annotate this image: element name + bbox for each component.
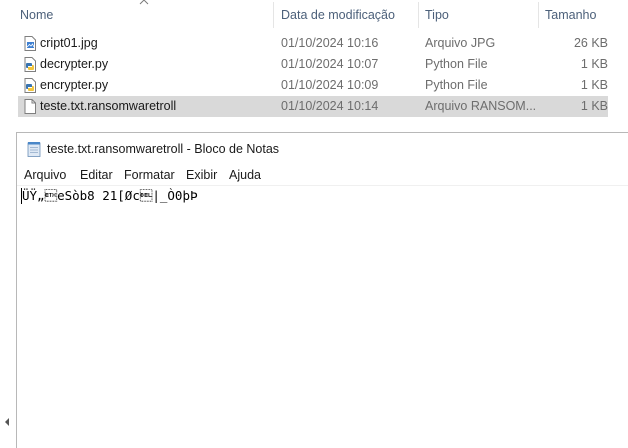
scroll-left-arrow-icon[interactable] bbox=[2, 416, 12, 428]
menu-bar: Arquivo Editar Formatar Exibir Ajuda bbox=[17, 165, 628, 185]
image-file-icon bbox=[24, 36, 36, 51]
file-date: 01/10/2024 10:16 bbox=[281, 36, 379, 50]
file-explorer: Nome Data de modificação Tipo Tamanho cr… bbox=[0, 0, 628, 132]
menu-divider bbox=[17, 185, 628, 186]
menu-arquivo[interactable]: Arquivo bbox=[24, 165, 66, 185]
file-size: 1 KB bbox=[580, 57, 608, 71]
notepad-icon bbox=[27, 142, 41, 157]
file-type: Python File bbox=[425, 78, 488, 92]
file-size: 1 KB bbox=[580, 99, 608, 113]
column-name[interactable]: Nome bbox=[14, 0, 272, 30]
generic-file-icon bbox=[24, 99, 36, 114]
file-row[interactable]: encrypter.py 01/10/2024 10:09 Python Fil… bbox=[18, 75, 608, 96]
menu-exibir[interactable]: Exibir bbox=[186, 165, 217, 185]
column-type[interactable]: Tipo bbox=[419, 0, 537, 30]
file-type: Arquivo RANSOM... bbox=[425, 99, 535, 113]
file-row[interactable]: cript01.jpg 01/10/2024 10:16 Arquivo JPG… bbox=[18, 33, 608, 54]
file-name: teste.txt.ransomwaretroll bbox=[40, 99, 177, 113]
file-name: cript01.jpg bbox=[40, 36, 98, 50]
file-type: Arquivo JPG bbox=[425, 36, 496, 50]
file-type: Python File bbox=[425, 57, 488, 71]
python-file-icon bbox=[24, 78, 36, 93]
menu-ajuda[interactable]: Ajuda bbox=[229, 165, 261, 185]
text-editor-content[interactable]: ÜŸ„eSòb8 21[Øc|_Ò0þÞ bbox=[22, 188, 198, 204]
file-row[interactable]: decrypter.py 01/10/2024 10:07 Python Fil… bbox=[18, 54, 608, 75]
file-size: 1 KB bbox=[580, 78, 608, 92]
file-date: 01/10/2024 10:14 bbox=[281, 99, 379, 113]
file-row-selected[interactable]: teste.txt.ransomwaretroll 01/10/2024 10:… bbox=[18, 96, 608, 117]
notepad-title-bar[interactable]: teste.txt.ransomwaretroll - Bloco de Not… bbox=[17, 133, 628, 165]
notepad-window: teste.txt.ransomwaretroll - Bloco de Not… bbox=[16, 132, 628, 448]
file-name: decrypter.py bbox=[40, 57, 109, 71]
file-size: 26 KB bbox=[573, 36, 608, 50]
file-date: 01/10/2024 10:09 bbox=[281, 78, 379, 92]
file-date: 01/10/2024 10:07 bbox=[281, 57, 379, 71]
window-title: teste.txt.ransomwaretroll - Bloco de Not… bbox=[47, 142, 280, 156]
column-divider[interactable] bbox=[273, 2, 274, 28]
column-header-bar: Nome Data de modificação Tipo Tamanho bbox=[0, 0, 628, 30]
column-size[interactable]: Tamanho bbox=[539, 0, 619, 30]
column-date[interactable]: Data de modificação bbox=[275, 0, 417, 30]
file-name: encrypter.py bbox=[40, 78, 109, 92]
menu-editar[interactable]: Editar bbox=[80, 165, 113, 185]
python-file-icon bbox=[24, 57, 36, 72]
menu-formatar[interactable]: Formatar bbox=[124, 165, 175, 185]
